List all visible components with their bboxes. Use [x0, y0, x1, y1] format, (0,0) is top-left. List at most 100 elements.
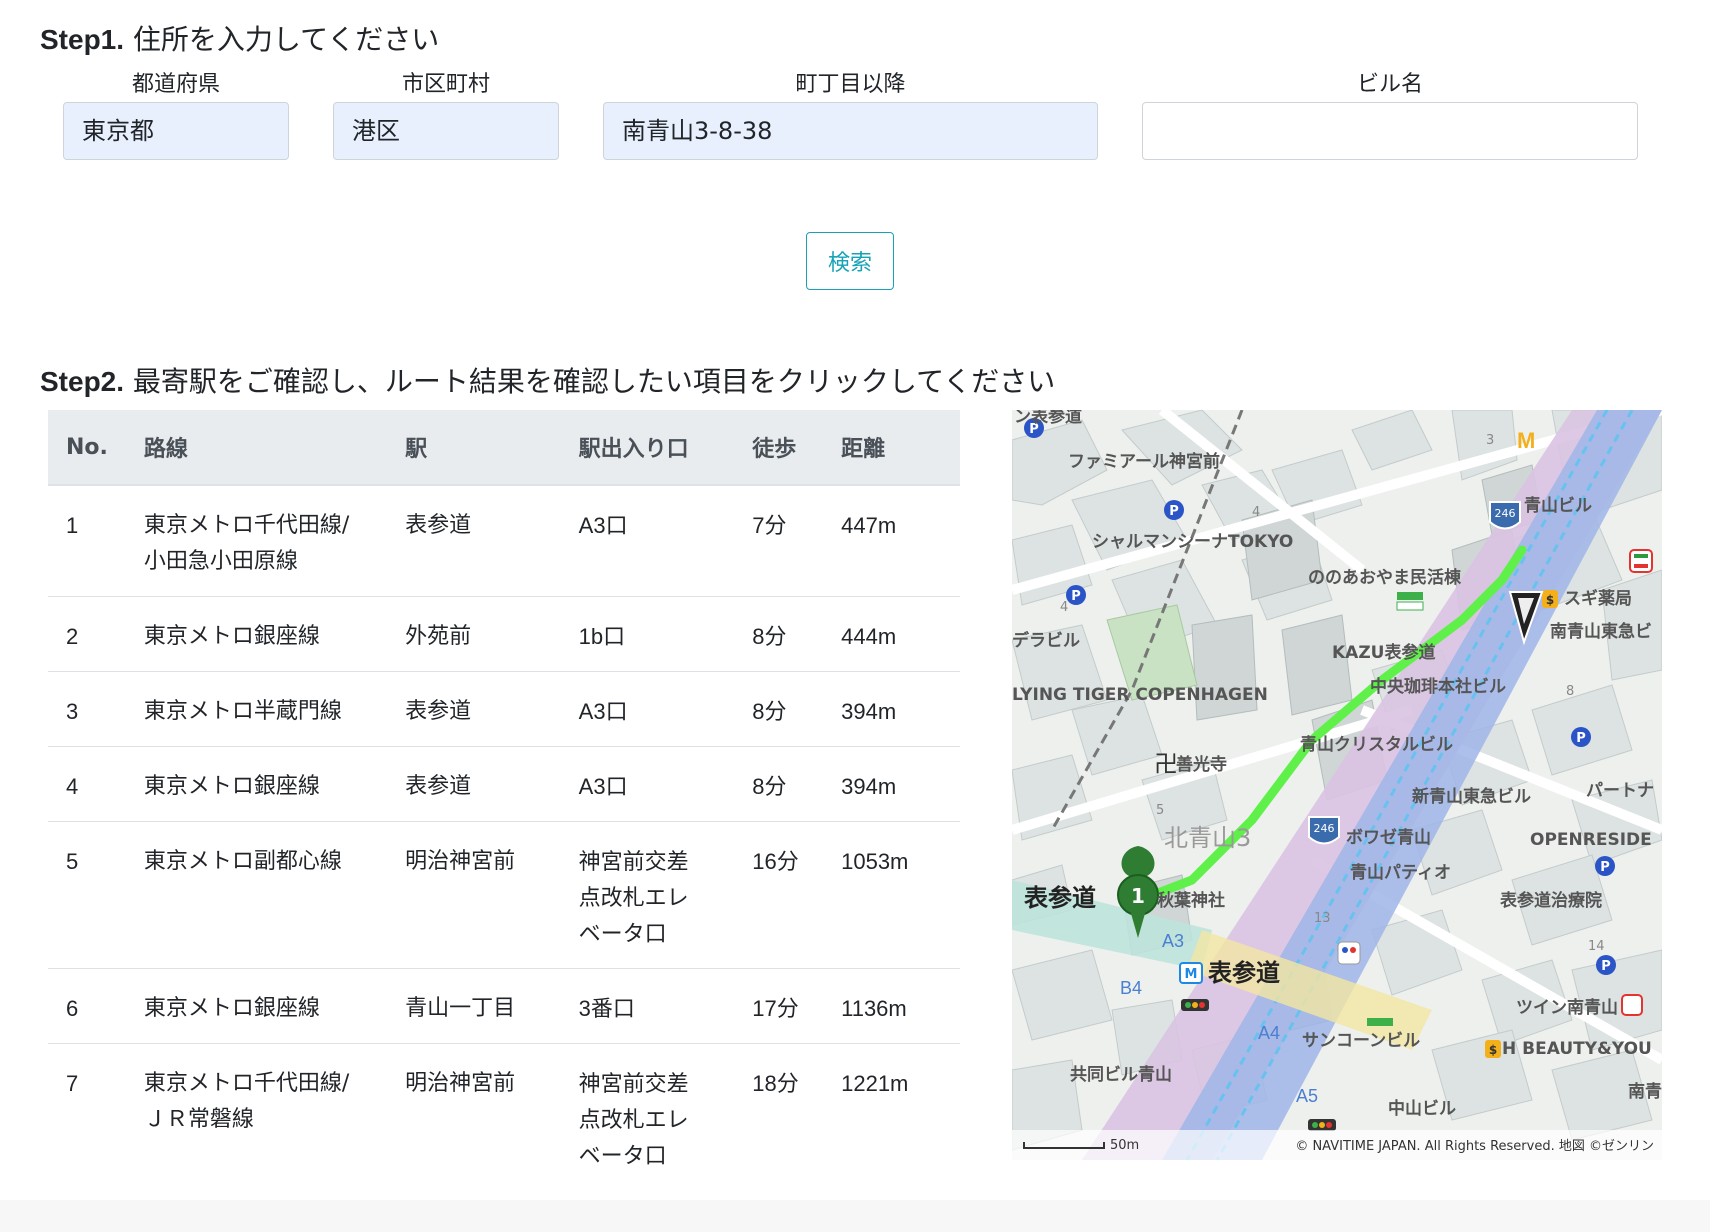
cell-exit: A3口 [560, 484, 735, 597]
mcdonalds-icon: M [1517, 428, 1535, 453]
cell-distance: 444m [823, 596, 960, 672]
svg-text:4: 4 [1252, 505, 1260, 520]
cell-station: 外苑前 [387, 596, 561, 672]
town-label: 町丁目以降 [795, 72, 906, 97]
cell-no: 2 [48, 596, 126, 672]
svg-text:表参道治療院: 表参道治療院 [1500, 890, 1602, 911]
parking-icon: P [1596, 955, 1616, 975]
building-field: ビル名 [1142, 68, 1638, 160]
cell-exit: A3口 [560, 671, 735, 747]
cell-distance: 1221m [823, 1043, 960, 1190]
town-field: 町丁目以降 南青山3-8-38 [603, 68, 1098, 160]
cell-station: 明治神宮前 [387, 1043, 561, 1190]
svg-text:南青山東急ビ: 南青山東急ビ [1550, 621, 1652, 642]
svg-text:青山ビル: 青山ビル [1524, 495, 1592, 516]
cell-no: 6 [48, 968, 126, 1044]
svg-text:表参道: 表参道 [1024, 884, 1096, 912]
cell-walk: 17分 [734, 968, 824, 1044]
cell-no: 1 [48, 484, 126, 597]
svg-text:P: P [1601, 959, 1611, 974]
header-distance: 距離 [823, 410, 960, 486]
cell-distance: 394m [823, 746, 960, 822]
parking-icon: P [1066, 585, 1086, 605]
header-line: 路線 [125, 410, 388, 486]
svg-text:1: 1 [1131, 884, 1145, 908]
cell-no: 5 [48, 821, 126, 969]
table-header-row: No. 路線 駅 駅出入り口 徒歩 距離 [48, 410, 960, 486]
cell-station: 表参道 [387, 484, 561, 597]
svg-text:5: 5 [1156, 803, 1164, 818]
svg-text:13: 13 [1314, 911, 1331, 926]
search-button[interactable]: 検索 [806, 232, 894, 290]
svg-text:KAZU表参道: KAZU表参道 [1332, 642, 1435, 663]
city-label: 市区町村 [401, 72, 490, 97]
svg-text:ボワゼ青山: ボワゼ青山 [1346, 827, 1431, 848]
cell-line: 東京メトロ千代田線/ＪＲ常磐線 [125, 1043, 388, 1190]
cell-no: 7 [48, 1043, 126, 1190]
city-input[interactable]: 港区 [333, 102, 559, 160]
svg-text:246: 246 [1495, 507, 1516, 520]
svg-text:ファミアール神宮前: ファミアール神宮前 [1068, 451, 1220, 472]
svg-text:青山パティオ: 青山パティオ [1350, 862, 1451, 883]
svg-text:ン表参道: ン表参道 [1014, 410, 1082, 427]
table-row[interactable]: 5 東京メトロ副都心線 明治神宮前 神宮前交差 点改札エレ ベータ口 16分 1053m [48, 821, 960, 969]
map-canvas[interactable]: 246 246 P P P P P P M $ $ 卍 M 1 3 4 4 5 … [1012, 410, 1662, 1160]
step1-heading: Step1. 住所を入力してください [40, 18, 439, 58]
svg-text:デラビル: デラビル [1012, 630, 1080, 651]
svg-text:ののあおやま民活棟: ののあおやま民活棟 [1308, 567, 1462, 588]
svg-text:P: P [1576, 731, 1586, 746]
table-row[interactable]: 4 東京メトロ銀座線 表参道 A3口 8分 394m [48, 746, 960, 822]
header-walk: 徒歩 [734, 410, 824, 486]
cell-distance: 1136m [823, 968, 960, 1044]
svg-text:8: 8 [1566, 684, 1574, 699]
cell-line: 東京メトロ半蔵門線 [125, 671, 388, 747]
table-row[interactable]: 6 東京メトロ銀座線 青山一丁目 3番口 17分 1136m [48, 968, 960, 1044]
svg-text:中山ビル: 中山ビル [1388, 1098, 1456, 1119]
svg-text:北青山3: 北青山3 [1164, 824, 1251, 852]
header-no: No. [48, 410, 126, 486]
cell-walk: 18分 [734, 1043, 824, 1190]
step1-text: 住所を入力してください [124, 23, 440, 56]
shop-icon [1367, 1018, 1393, 1026]
svg-text:P: P [1071, 589, 1081, 604]
cell-walk: 8分 [734, 746, 824, 822]
svg-text:南青: 南青 [1628, 1081, 1662, 1102]
cell-station: 明治神宮前 [387, 821, 561, 969]
cell-exit: 神宮前交差 点改札エレ ベータ口 [560, 1043, 735, 1190]
svg-text:善光寺: 善光寺 [1176, 754, 1227, 775]
svg-text:秋葉神社: 秋葉神社 [1157, 890, 1225, 911]
town-input[interactable]: 南青山3-8-38 [603, 102, 1098, 160]
step2-text: 最寄駅をご確認し、ルート結果を確認したい項目をクリックしてください [124, 365, 1056, 398]
cell-distance: 394m [823, 671, 960, 747]
svg-text:シャルマンシーナTOKYO: シャルマンシーナTOKYO [1092, 532, 1293, 552]
cell-line: 東京メトロ銀座線 [125, 746, 388, 822]
table-row[interactable]: 3 東京メトロ半蔵門線 表参道 A3口 8分 394m [48, 671, 960, 747]
svg-text:共同ビル青山: 共同ビル青山 [1070, 1064, 1172, 1085]
svg-text:M: M [1185, 967, 1198, 982]
cell-station: 表参道 [387, 671, 561, 747]
parking-icon: P [1571, 727, 1591, 747]
svg-text:LYING TIGER COPENHAGEN: LYING TIGER COPENHAGEN [1012, 685, 1268, 705]
svg-text:A5: A5 [1296, 1086, 1318, 1106]
svg-text:パートナ: パートナ [1586, 781, 1654, 801]
cell-walk: 8分 [734, 671, 824, 747]
prefecture-input[interactable]: 東京都 [63, 102, 289, 160]
step2-heading: Step2. 最寄駅をご確認し、ルート結果を確認したい項目をクリックしてください [40, 360, 1055, 400]
routes-table: No. 路線 駅 駅出入り口 徒歩 距離 1 東京メトロ千代田線/小田急小田原線表… [48, 410, 960, 1190]
cell-exit: 1b口 [560, 596, 735, 672]
traffic-light-icon [1308, 1119, 1336, 1131]
table-row[interactable]: 2 東京メトロ銀座線 外苑前 1b口 8分 444m [48, 596, 960, 672]
temple-icon: 卍 [1154, 750, 1178, 778]
svg-text:$: $ [1546, 593, 1554, 607]
step1-prefix: Step1. [40, 24, 125, 55]
svg-text:OPENRESIDE: OPENRESIDE [1530, 830, 1652, 850]
cell-walk: 7分 [734, 484, 824, 597]
cell-line: 東京メトロ副都心線 [125, 821, 388, 969]
city-field: 市区町村 港区 [333, 68, 559, 160]
route-map[interactable]: 246 246 P P P P P P M $ $ 卍 M 1 3 4 4 5 … [1012, 410, 1662, 1160]
table-row[interactable]: 7 東京メトロ千代田線/ＪＲ常磐線 明治神宮前 神宮前交差 点改札エレ ベータ口 18分 12… [48, 1043, 960, 1190]
svg-text:4: 4 [1060, 600, 1068, 615]
building-input[interactable] [1142, 102, 1638, 160]
cell-station: 表参道 [387, 746, 561, 822]
table-row[interactable]: 1 東京メトロ千代田線/小田急小田原線 表参道 A3口 7分 447m [48, 484, 960, 597]
